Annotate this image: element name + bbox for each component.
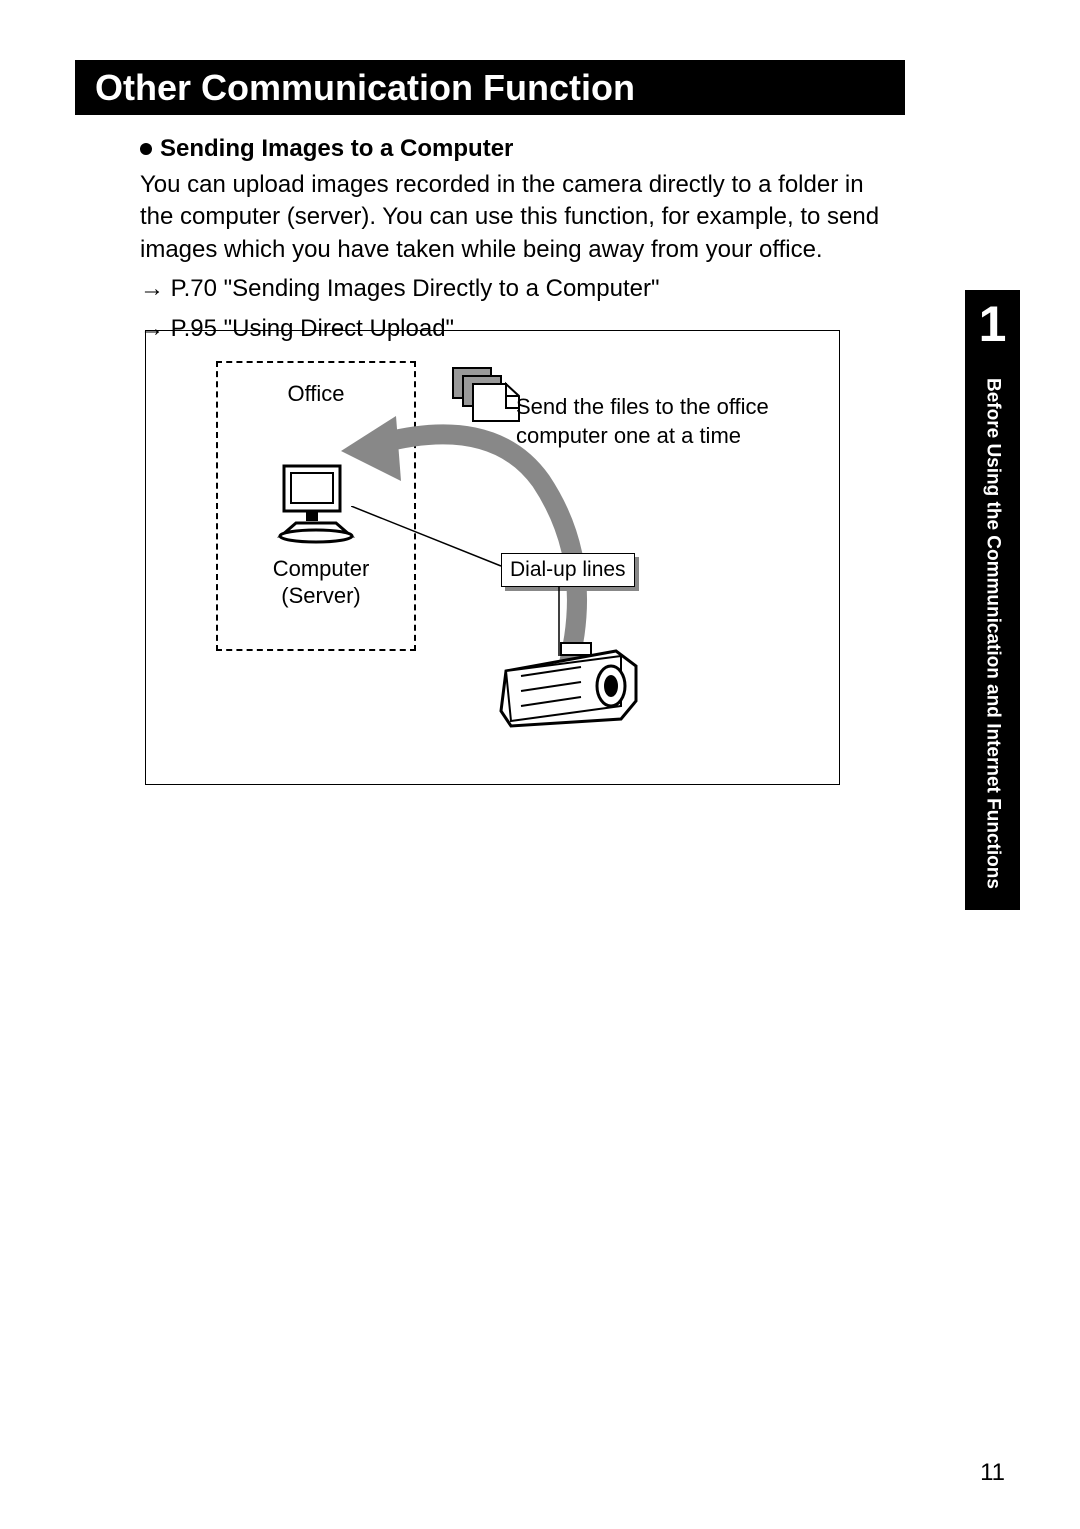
chapter-title-vertical: Before Using the Communication and Inter…	[965, 378, 1020, 898]
bulleted-subheading: Sending Images to a Computer	[160, 135, 513, 163]
bullet-icon	[140, 143, 152, 155]
diagram-frame: Office Computer (Server) Send the files …	[145, 330, 840, 785]
cross-reference-text: P.70 "Sending Images Directly to a Compu…	[171, 275, 660, 302]
cross-reference: → P.70 "Sending Images Directly to a Com…	[140, 272, 900, 306]
server-label: (Server)	[251, 583, 391, 609]
chapter-number: 1	[965, 295, 1020, 353]
page-number: 11	[980, 1459, 1005, 1487]
office-label: Office	[261, 381, 371, 407]
diagram-caption: Send the files to the office computer on…	[516, 393, 796, 450]
camera-icon	[496, 641, 646, 731]
content-block: Sending Images to a Computer You can upl…	[140, 135, 900, 345]
section-title: Other Communication Function	[95, 67, 635, 109]
bullet-heading-row: Sending Images to a Computer	[140, 135, 900, 163]
arrow-icon: →	[140, 272, 164, 306]
manual-page: Other Communication Function Sending Ima…	[0, 0, 1080, 1529]
section-header-bar: Other Communication Function	[75, 60, 905, 115]
body-paragraph: You can upload images recorded in the ca…	[140, 169, 900, 266]
chapter-side-tab: 1 Before Using the Communication and Int…	[965, 290, 1020, 910]
dialup-lines-label: Dial-up lines	[501, 553, 635, 587]
stacked-files-icon	[451, 366, 521, 426]
computer-server-icon	[276, 461, 356, 551]
